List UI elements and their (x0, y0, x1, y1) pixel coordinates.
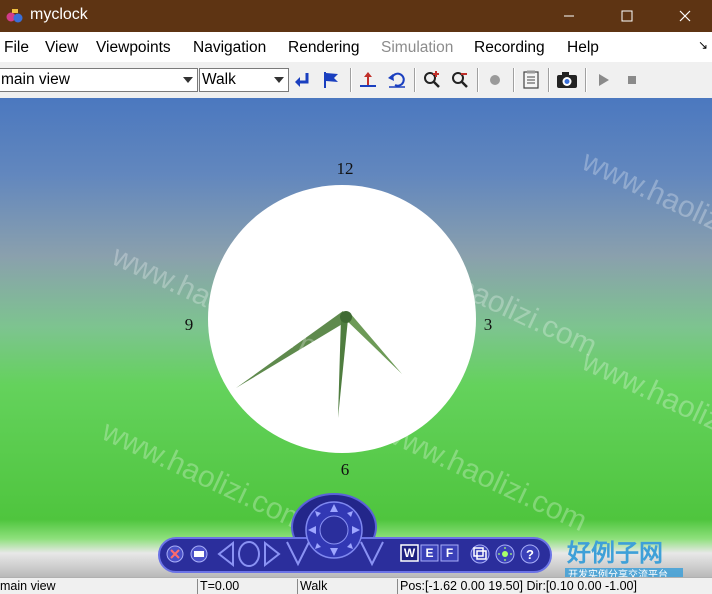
maximize-icon (621, 10, 633, 22)
document-button[interactable] (520, 69, 542, 91)
clock-label-6: 6 (341, 460, 350, 479)
toolbar-separator (477, 68, 479, 92)
zoom-out-button[interactable] (449, 69, 471, 91)
svg-text:?: ? (526, 547, 534, 562)
compass-icon[interactable] (305, 501, 363, 559)
menu-help[interactable]: Help (567, 39, 599, 57)
go-back-icon (295, 73, 309, 87)
title-bar: myclock (0, 0, 712, 32)
minimize-icon[interactable] (190, 545, 208, 563)
haolizi-logo: 好例子网 开发实例分享交流平台 (565, 536, 685, 582)
maximize-button[interactable] (604, 0, 650, 32)
viewpoint-select-value: main view (1, 71, 70, 88)
straighten-icon (360, 72, 376, 87)
menu-rendering[interactable]: Rendering (288, 39, 360, 57)
menu-recording[interactable]: Recording (474, 39, 545, 57)
watermark-text-6: www.haolizi.com (576, 344, 712, 468)
go-back-button[interactable] (292, 69, 314, 91)
window-title: myclock (30, 6, 88, 23)
toolbar-separator (513, 68, 515, 92)
record-button[interactable] (484, 69, 506, 91)
toolbar-separator (585, 68, 587, 92)
close-icon[interactable] (166, 545, 184, 563)
menu-view[interactable]: View (45, 39, 78, 57)
watermark-text-5: www.haolizi.com (576, 144, 712, 268)
logo-text: 好例子网 (566, 539, 663, 567)
camera-icon (557, 72, 577, 88)
help-icon[interactable]: ? (520, 544, 540, 564)
menu-overflow-icon[interactable]: ↘ (698, 38, 708, 52)
menu-bar: File View Viewpoints Navigation Renderin… (0, 32, 712, 62)
toolbar-separator (350, 68, 352, 92)
play-icon (599, 74, 609, 86)
menu-file[interactable]: File (4, 39, 29, 57)
minimize-button[interactable] (546, 0, 592, 32)
3d-viewport[interactable]: www.haolizi.com www.haolizi.com www.haol… (0, 98, 712, 577)
toolbar: main view Walk (0, 62, 712, 99)
document-icon (523, 70, 539, 89)
scene-canvas: www.haolizi.com www.haolizi.com www.haol… (96, 144, 712, 573)
zoom-in-button[interactable] (421, 69, 443, 91)
clock-hub (340, 311, 352, 323)
status-viewpoint: main view (0, 579, 56, 593)
mode-button-examine-label: E (425, 546, 433, 560)
navigation-dashboard: W E F ? (158, 493, 552, 573)
close-icon (679, 10, 691, 22)
watermark-text-4: www.haolizi.com (376, 414, 592, 538)
clock-label-9: 9 (185, 315, 194, 334)
camera-button[interactable] (556, 69, 578, 91)
zoom-in-icon (424, 71, 440, 88)
straighten-button[interactable] (357, 69, 379, 91)
menu-viewpoints[interactable]: Viewpoints (96, 39, 171, 57)
clock-label-12: 12 (337, 159, 354, 178)
clock-label-3: 3 (484, 315, 493, 334)
stop-button[interactable] (621, 69, 643, 91)
minimize-icon (564, 15, 574, 17)
flag-icon (324, 72, 338, 88)
viewport-icon[interactable] (470, 544, 490, 564)
play-button[interactable] (592, 69, 614, 91)
toolbar-separator (548, 68, 550, 92)
toolbar-separator (414, 68, 416, 92)
record-icon (490, 75, 500, 85)
stop-icon (628, 76, 636, 84)
chevron-down-icon (183, 77, 193, 83)
chevron-down-icon (274, 77, 284, 83)
status-mode: Walk (297, 579, 396, 594)
mode-button-walk-label: W (404, 546, 416, 560)
menu-simulation[interactable]: Simulation (381, 39, 453, 57)
zoom-out-icon (452, 72, 468, 88)
status-position: Pos:[-1.62 0.00 19.50] Dir:[0.10 0.00 -1… (397, 579, 712, 594)
status-bar: main view T=0.00 Walk Pos:[-1.62 0.00 19… (0, 577, 712, 594)
menu-navigation[interactable]: Navigation (193, 39, 266, 57)
navmode-select[interactable]: Walk (199, 68, 289, 92)
navmode-select-value: Walk (202, 71, 236, 88)
undo-move-button[interactable] (386, 69, 408, 91)
close-button[interactable] (662, 0, 708, 32)
flag-button[interactable] (320, 69, 342, 91)
undo-move-icon (388, 72, 405, 88)
app-icon (6, 9, 23, 23)
light-icon[interactable] (495, 544, 515, 564)
mode-button-fly-label: F (446, 546, 453, 560)
viewpoint-select[interactable]: main view (0, 68, 198, 92)
status-time: T=0.00 (197, 579, 296, 594)
